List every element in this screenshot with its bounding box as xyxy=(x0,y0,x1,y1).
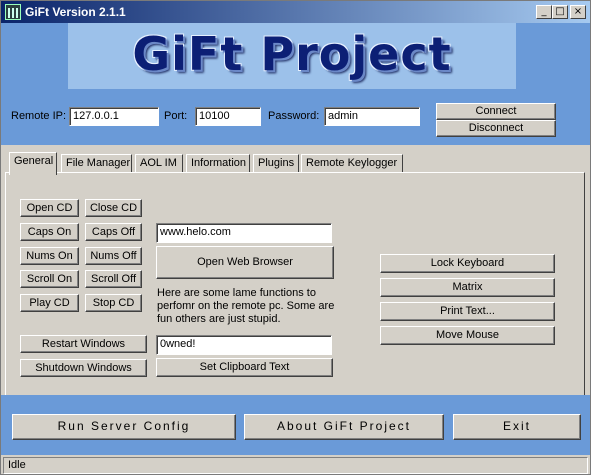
tab-information[interactable]: Information xyxy=(186,154,250,173)
maximize-button[interactable]: □ xyxy=(552,5,568,19)
close-cd-button[interactable]: Close CD xyxy=(85,199,142,217)
main-window: GiFt Version 2.1.1 _ □ × GiFt Project Re… xyxy=(0,0,591,475)
stop-cd-button[interactable]: Stop CD xyxy=(85,294,142,312)
banner: GiFt Project xyxy=(1,23,590,89)
scroll-on-button[interactable]: Scroll On xyxy=(20,270,79,288)
clipboard-input[interactable]: 0wned! xyxy=(156,335,332,355)
run-server-config-button[interactable]: Run Server Config xyxy=(12,414,236,440)
url-input[interactable]: www.helo.com xyxy=(156,223,332,243)
connect-button[interactable]: Connect xyxy=(436,103,556,120)
description-text: Here are some lame functions to perfomr … xyxy=(157,287,335,325)
nums-on-button[interactable]: Nums On xyxy=(20,247,79,265)
play-cd-button[interactable]: Play CD xyxy=(20,294,79,312)
password-input[interactable]: admin xyxy=(324,107,420,126)
port-input[interactable]: 10100 xyxy=(195,107,261,126)
minimize-button[interactable]: _ xyxy=(536,5,552,19)
title-bar[interactable]: GiFt Version 2.1.1 _ □ × xyxy=(1,1,590,23)
tab-plugins[interactable]: Plugins xyxy=(253,154,299,173)
tab-remote-keylogger[interactable]: Remote Keylogger xyxy=(301,154,403,173)
tab-general[interactable]: General xyxy=(9,152,57,175)
port-label: Port: xyxy=(164,110,188,122)
tab-file-manager[interactable]: File Manager xyxy=(61,154,132,173)
shutdown-windows-button[interactable]: Shutdown Windows xyxy=(20,359,147,377)
status-bar: Idle xyxy=(3,457,588,474)
caps-off-button[interactable]: Caps Off xyxy=(85,223,142,241)
connection-panel: Remote IP: 127.0.0.1 Port: 10100 Passwor… xyxy=(1,89,590,145)
logo: GiFt Project xyxy=(132,27,452,81)
disconnect-button[interactable]: Disconnect xyxy=(436,120,556,137)
nums-off-button[interactable]: Nums Off xyxy=(85,247,142,265)
print-text-button[interactable]: Print Text... xyxy=(380,302,555,321)
set-clipboard-button[interactable]: Set Clipboard Text xyxy=(156,358,333,377)
about-button[interactable]: About GiFt Project xyxy=(244,414,444,440)
app-icon xyxy=(5,4,21,20)
restart-windows-button[interactable]: Restart Windows xyxy=(20,335,147,353)
move-mouse-button[interactable]: Move Mouse xyxy=(380,326,555,345)
remote-ip-label: Remote IP: xyxy=(11,110,67,122)
matrix-button[interactable]: Matrix xyxy=(380,278,555,297)
close-button[interactable]: × xyxy=(570,5,586,19)
remote-ip-input[interactable]: 127.0.0.1 xyxy=(69,107,159,126)
exit-button[interactable]: Exit xyxy=(453,414,581,440)
window-title: GiFt Version 2.1.1 xyxy=(25,5,126,19)
open-web-browser-button[interactable]: Open Web Browser xyxy=(156,246,334,279)
password-label: Password: xyxy=(268,110,320,122)
lock-keyboard-button[interactable]: Lock Keyboard xyxy=(380,254,555,273)
scroll-off-button[interactable]: Scroll Off xyxy=(85,270,142,288)
banner-center: GiFt Project xyxy=(68,23,516,89)
footer-panel: Run Server Config About GiFt Project Exi… xyxy=(1,395,590,455)
caps-on-button[interactable]: Caps On xyxy=(20,223,79,241)
tab-aol-im[interactable]: AOL IM xyxy=(135,154,183,173)
open-cd-button[interactable]: Open CD xyxy=(20,199,79,217)
